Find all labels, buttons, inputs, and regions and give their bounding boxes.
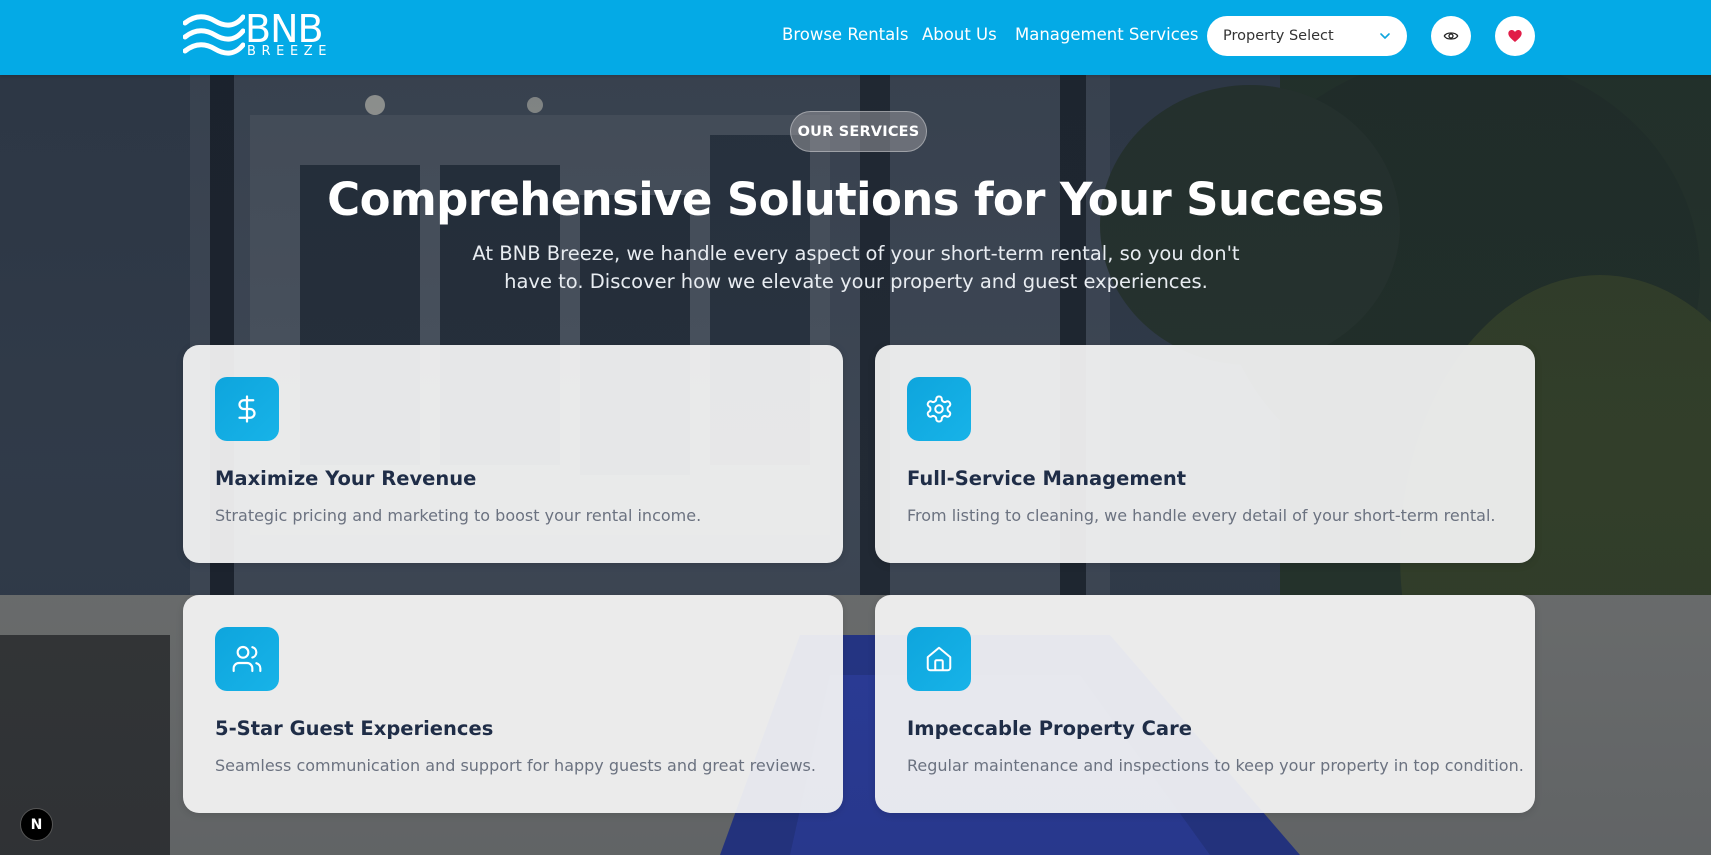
service-card-revenue: Maximize Your Revenue Strategic pricing … <box>183 345 843 563</box>
waves-logo-icon <box>183 14 245 56</box>
card-icon-container <box>215 377 279 441</box>
gear-icon <box>926 395 952 423</box>
brand-logo[interactable]: BNB BREEZE <box>183 7 343 61</box>
card-description: Strategic pricing and marketing to boost… <box>215 506 702 525</box>
service-card-guests: 5-Star Guest Experiences Seamless commun… <box>183 595 843 813</box>
site-header: BNB BREEZE Browse Rentals About Us Manag… <box>0 0 1711 75</box>
section-title: Comprehensive Solutions for Your Success <box>327 173 1384 226</box>
nav-about-us[interactable]: About Us <box>922 23 997 47</box>
card-icon-container <box>907 627 971 691</box>
card-description: Regular maintenance and inspections to k… <box>907 756 1524 775</box>
brand-subname: BREEZE <box>247 44 333 59</box>
service-card-management: Full-Service Management From listing to … <box>875 345 1535 563</box>
card-title: 5-Star Guest Experiences <box>215 717 494 740</box>
house-icon <box>926 646 952 672</box>
card-description: Seamless communication and support for h… <box>215 756 816 775</box>
property-select-value: Property Select <box>1223 28 1334 44</box>
nav-browse-rentals[interactable]: Browse Rentals <box>782 23 908 47</box>
section-description: At BNB Breeze, we handle every aspect of… <box>472 242 1240 293</box>
section-badge: OUR SERVICES <box>790 111 927 152</box>
card-icon-container <box>907 377 971 441</box>
eye-icon <box>1443 32 1459 40</box>
brand-name: BNB <box>245 7 324 51</box>
heart-icon <box>1508 30 1522 42</box>
property-select[interactable]: Property Select <box>1207 16 1407 56</box>
nav-management-services[interactable]: Management Services <box>1015 23 1199 47</box>
dev-tools-badge[interactable]: N <box>20 808 53 841</box>
card-title: Maximize Your Revenue <box>215 467 477 490</box>
card-description: From listing to cleaning, we handle ever… <box>907 506 1496 525</box>
view-button[interactable] <box>1431 16 1471 56</box>
favorites-button[interactable] <box>1495 16 1535 56</box>
card-icon-container <box>215 627 279 691</box>
dollar-icon <box>238 395 256 423</box>
card-title: Impeccable Property Care <box>907 717 1192 740</box>
card-title: Full-Service Management <box>907 467 1187 490</box>
service-card-property-care: Impeccable Property Care Regular mainten… <box>875 595 1535 813</box>
chevron-down-icon <box>1380 33 1390 39</box>
users-icon <box>232 645 262 673</box>
